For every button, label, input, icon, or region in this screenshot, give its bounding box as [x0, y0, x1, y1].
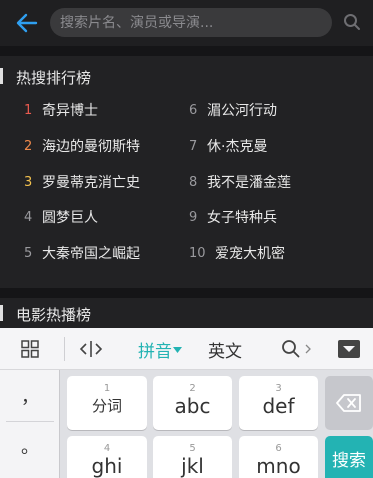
key-number: 6 [275, 443, 282, 454]
dropdown-arrow-icon [173, 347, 182, 353]
key-6[interactable]: 6 mno [239, 436, 318, 478]
rank-item[interactable]: 3 罗曼蒂克消亡史 [24, 172, 140, 192]
key-number: 4 [103, 443, 111, 454]
rank-item[interactable]: 6 湄公河行动 [189, 100, 277, 120]
rank-title: 大秦帝国之崛起 [42, 246, 140, 262]
keyboard-toolbar: 拼音 英文 [0, 328, 373, 370]
section-title-hot: 热搜排行榜 [16, 69, 92, 87]
key-number: 3 [275, 383, 282, 394]
rank-item[interactable]: 1 奇异博士 [24, 100, 98, 120]
search-key-label: 搜索 [332, 450, 366, 471]
rank-number: 7 [189, 138, 198, 154]
rank-title: 奇异博士 [42, 103, 98, 119]
rank-item[interactable]: 8 我不是潘金莲 [189, 172, 291, 192]
rank-number: 10 [189, 245, 206, 261]
rank-item[interactable]: 10 爱宠大机密 [189, 243, 285, 263]
rank-number: 2 [24, 138, 33, 154]
rank-number: 1 [24, 102, 33, 118]
key-number: 1 [103, 383, 111, 394]
pinyin-mode-button[interactable]: 拼音 [132, 328, 188, 370]
backspace-icon [336, 394, 361, 412]
cursor-move-icon[interactable] [70, 328, 112, 370]
keyboard: ， 。 1 分词 2 abc 3 def 4 ghi 5 jkl 6 mno 搜… [0, 370, 373, 478]
rank-item[interactable]: 4 圆梦巨人 [24, 207, 98, 227]
delete-key[interactable] [325, 376, 373, 430]
section-marker [0, 68, 3, 84]
rank-number: 3 [24, 174, 33, 190]
movie-hot-section: 电影热播榜 [0, 298, 373, 328]
rank-number: 8 [189, 174, 198, 190]
top-bar [0, 0, 373, 46]
search-submit-key[interactable]: 搜索 [325, 436, 373, 478]
key-divider [6, 421, 54, 422]
toolbar-divider [64, 337, 65, 361]
rank-title: 罗曼蒂克消亡史 [42, 175, 140, 191]
rank-title: 我不是潘金莲 [207, 175, 291, 191]
key-5[interactable]: 5 jkl [153, 436, 232, 478]
comma-key[interactable]: ， [0, 376, 60, 416]
section-marker [0, 305, 3, 321]
rank-title: 休·杰克曼 [207, 139, 268, 155]
key-1[interactable]: 1 分词 [67, 376, 147, 430]
rank-title: 海边的曼彻斯特 [42, 139, 140, 155]
key-letters: mno [256, 454, 301, 478]
key-letters: def [262, 394, 295, 418]
back-arrow-icon[interactable] [14, 10, 40, 36]
section-title-movie: 电影热播榜 [16, 306, 92, 324]
key-2[interactable]: 2 abc [153, 376, 232, 430]
search-box[interactable] [50, 8, 332, 37]
search-input[interactable] [60, 8, 322, 37]
rank-number: 9 [189, 209, 198, 225]
keyboard-search-icon[interactable] [276, 328, 316, 370]
key-number: 5 [189, 443, 196, 454]
key-letters: jkl [181, 454, 204, 478]
key-number: 2 [189, 383, 196, 394]
english-mode-button[interactable]: 英文 [200, 328, 250, 370]
rank-title: 女子特种兵 [207, 210, 277, 226]
rank-item[interactable]: 2 海边的曼彻斯特 [24, 136, 140, 156]
grid-menu-icon[interactable] [10, 328, 50, 370]
english-label: 英文 [208, 341, 242, 362]
hide-keyboard-icon[interactable] [334, 328, 364, 370]
rank-title: 爱宠大机密 [215, 246, 285, 262]
rank-item[interactable]: 5 大秦帝国之崛起 [24, 243, 140, 263]
pinyin-label: 拼音 [138, 341, 172, 362]
rank-item[interactable]: 7 休·杰克曼 [189, 136, 267, 156]
hot-search-section: 热搜排行榜 1 奇异博士 2 海边的曼彻斯特 3 罗曼蒂克消亡史 4 圆梦巨人 … [0, 56, 373, 288]
rank-item[interactable]: 9 女子特种兵 [189, 207, 277, 227]
key-3[interactable]: 3 def [239, 376, 318, 430]
rank-number: 4 [24, 209, 33, 225]
key-letters: ghi [91, 454, 123, 478]
rank-number: 6 [189, 102, 198, 118]
rank-title: 圆梦巨人 [42, 210, 98, 226]
rank-title: 湄公河行动 [207, 103, 277, 119]
search-icon[interactable] [343, 13, 361, 31]
chevron-right-icon [305, 344, 311, 354]
key-4[interactable]: 4 ghi [67, 436, 147, 478]
divider [0, 288, 373, 298]
divider [0, 46, 373, 56]
period-key[interactable]: 。 [0, 426, 60, 466]
punctuation-column: ， 。 [0, 370, 60, 478]
rank-number: 5 [24, 245, 33, 261]
key-letters: 分词 [91, 397, 122, 415]
key-letters: abc [174, 394, 211, 418]
